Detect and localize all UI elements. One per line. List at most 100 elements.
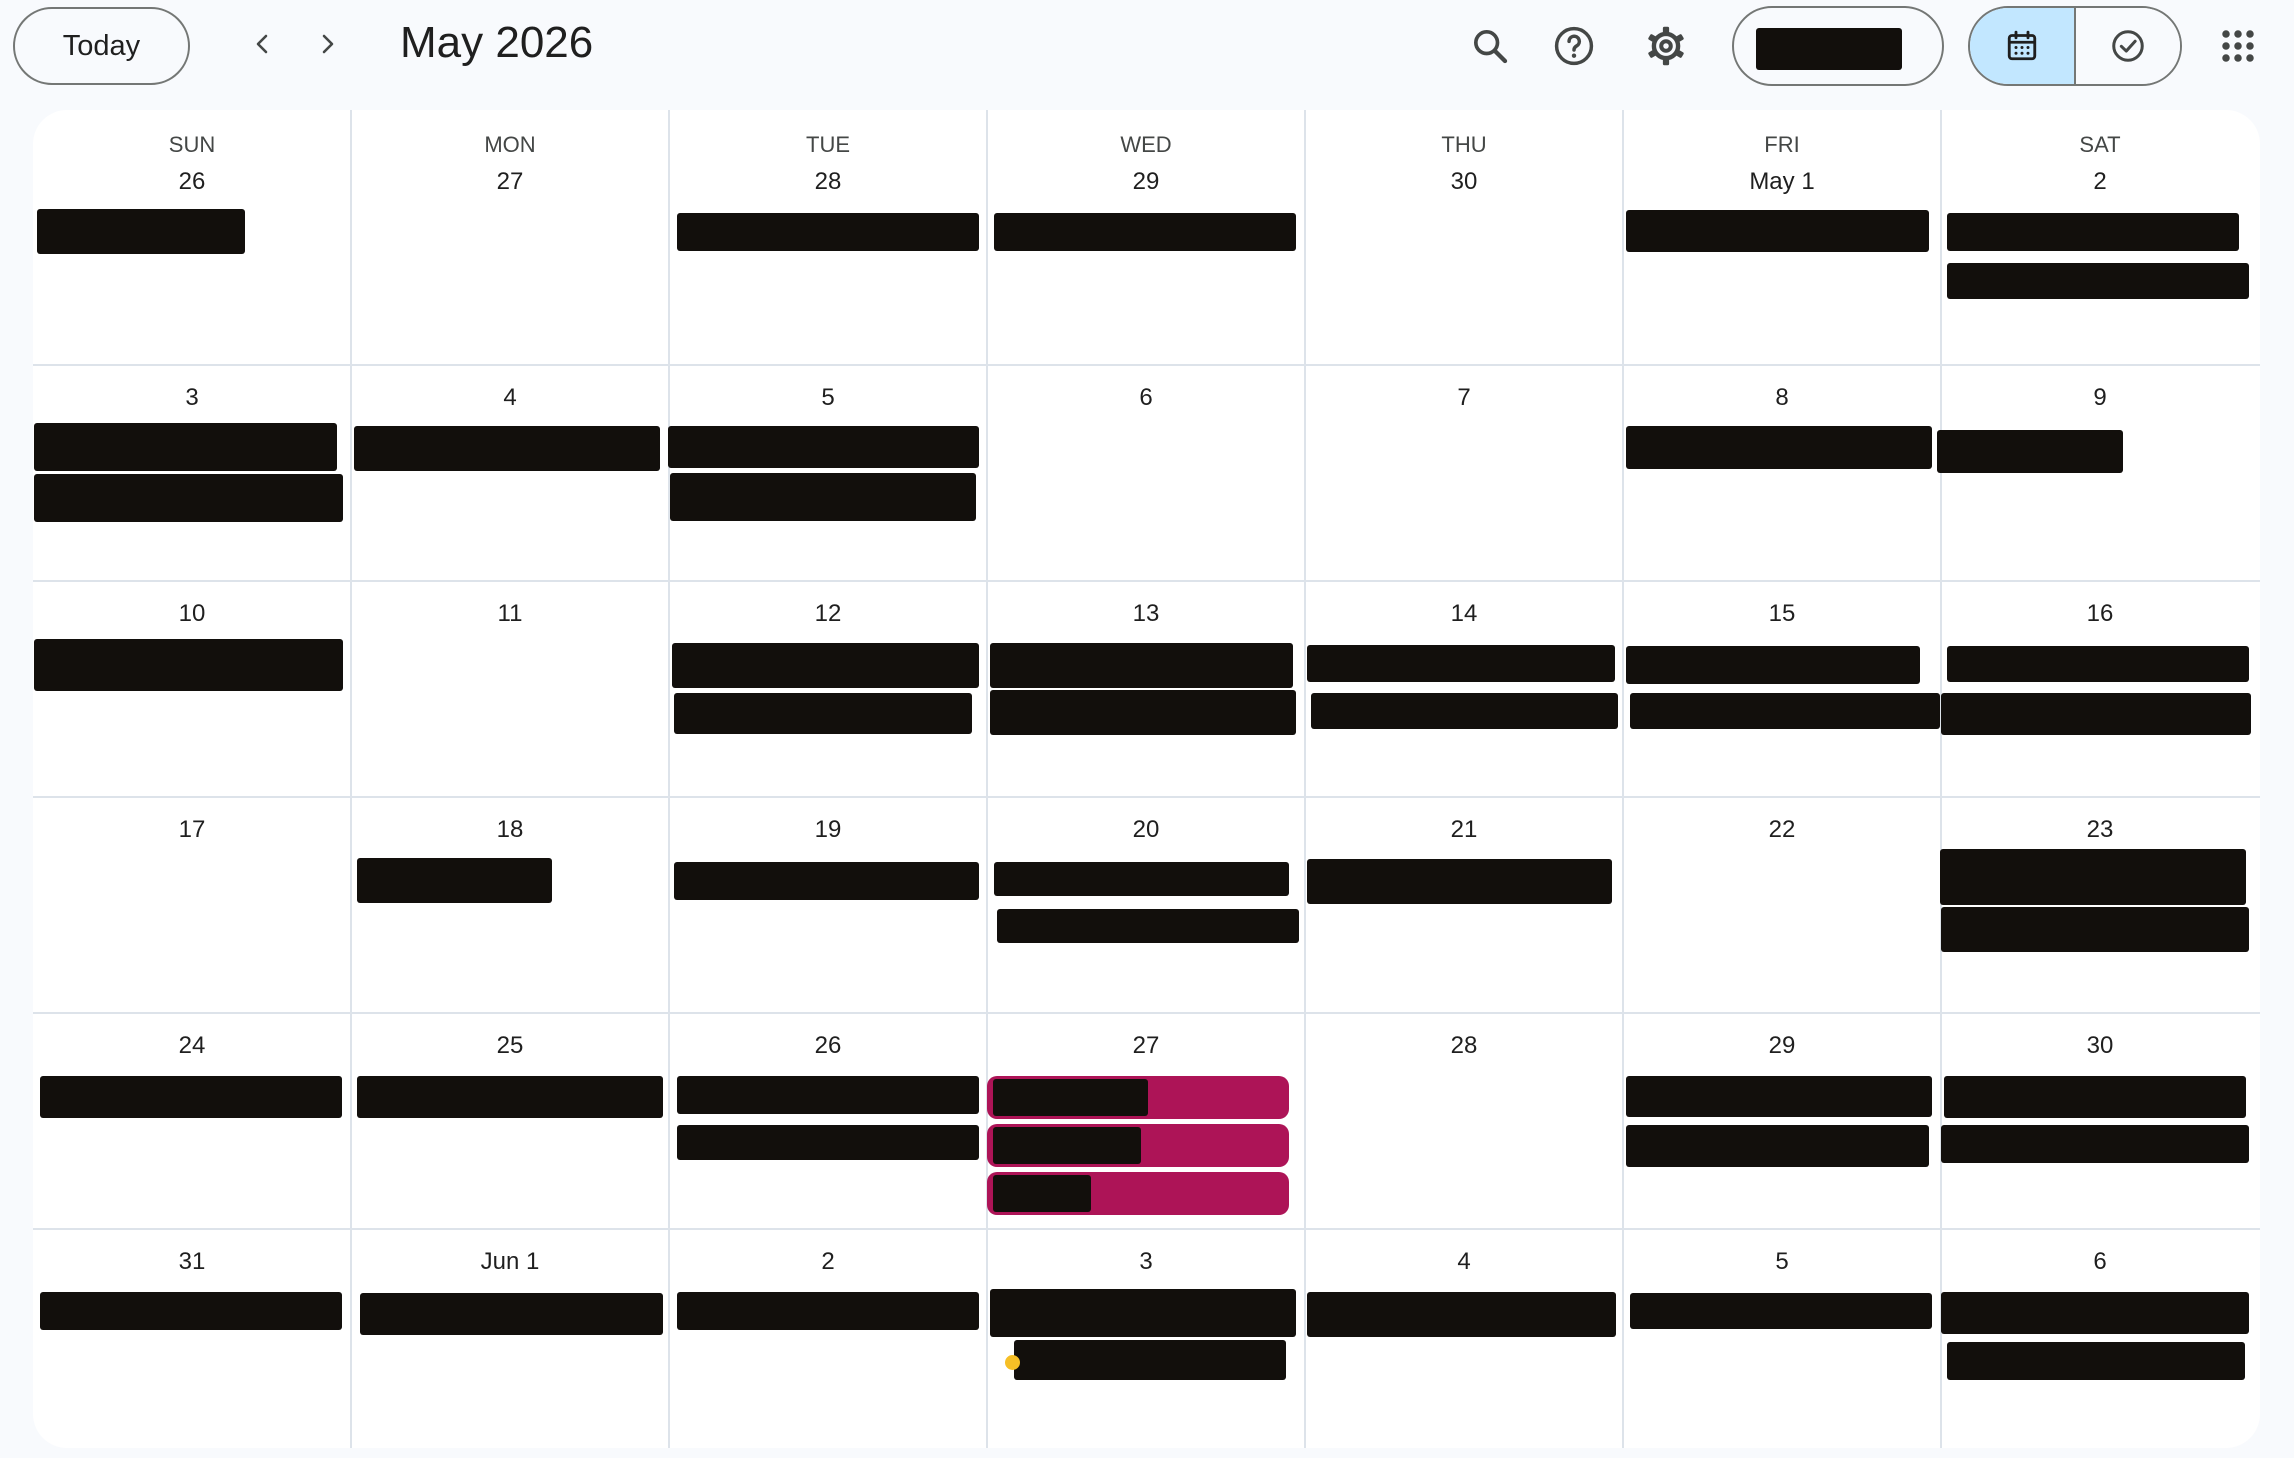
day-number[interactable]: 13 bbox=[987, 600, 1305, 628]
day-number[interactable]: 9 bbox=[1941, 384, 2259, 412]
day-number[interactable]: 7 bbox=[1305, 384, 1623, 412]
event-chip-accent[interactable] bbox=[987, 1124, 1289, 1167]
previous-month-button[interactable] bbox=[238, 20, 288, 70]
day-number[interactable]: 22 bbox=[1623, 816, 1941, 844]
event-chip[interactable] bbox=[1626, 426, 1932, 469]
view-selector-button[interactable] bbox=[1732, 6, 1944, 86]
next-month-button[interactable] bbox=[302, 20, 352, 70]
event-chip[interactable] bbox=[354, 426, 660, 471]
event-chip[interactable] bbox=[674, 862, 979, 900]
event-chip[interactable] bbox=[34, 423, 337, 471]
event-chip[interactable] bbox=[1014, 1340, 1286, 1380]
event-chip[interactable] bbox=[1626, 1076, 1932, 1117]
event-chip[interactable] bbox=[677, 213, 979, 251]
day-number[interactable]: 6 bbox=[1941, 1248, 2259, 1276]
event-chip[interactable] bbox=[357, 1076, 663, 1118]
event-chip[interactable] bbox=[1937, 430, 2123, 473]
day-number[interactable]: 26 bbox=[33, 168, 351, 196]
event-chip[interactable] bbox=[37, 209, 245, 254]
day-number[interactable]: 14 bbox=[1305, 600, 1623, 628]
day-number[interactable]: Jun 1 bbox=[351, 1248, 669, 1276]
event-chip[interactable] bbox=[1947, 263, 2249, 299]
day-number[interactable]: 29 bbox=[1623, 1032, 1941, 1060]
day-number[interactable]: 27 bbox=[987, 1032, 1305, 1060]
event-chip-accent[interactable] bbox=[987, 1076, 1289, 1119]
day-number[interactable]: 3 bbox=[987, 1248, 1305, 1276]
event-chip[interactable] bbox=[1944, 1076, 2246, 1118]
day-number[interactable]: 2 bbox=[1941, 168, 2259, 196]
day-number[interactable]: 21 bbox=[1305, 816, 1623, 844]
event-chip[interactable] bbox=[1947, 213, 2239, 251]
day-number[interactable]: 31 bbox=[33, 1248, 351, 1276]
event-chip[interactable] bbox=[34, 474, 343, 522]
event-chip[interactable] bbox=[357, 858, 552, 903]
event-chip[interactable] bbox=[994, 862, 1289, 896]
day-number[interactable]: May 1 bbox=[1623, 168, 1941, 196]
event-chip[interactable] bbox=[1630, 693, 1940, 729]
event-chip[interactable] bbox=[994, 213, 1296, 251]
event-chip[interactable] bbox=[1307, 645, 1615, 682]
event-chip[interactable] bbox=[674, 693, 972, 734]
day-number[interactable]: 29 bbox=[987, 168, 1305, 196]
day-number[interactable]: 16 bbox=[1941, 600, 2259, 628]
day-number[interactable]: 4 bbox=[1305, 1248, 1623, 1276]
event-chip[interactable] bbox=[1941, 1125, 2249, 1163]
day-number[interactable]: 10 bbox=[33, 600, 351, 628]
event-chip[interactable] bbox=[1941, 1292, 2249, 1334]
day-number[interactable]: 30 bbox=[1941, 1032, 2259, 1060]
day-number[interactable]: 30 bbox=[1305, 168, 1623, 196]
event-chip[interactable] bbox=[34, 639, 343, 691]
event-chip[interactable] bbox=[990, 690, 1296, 735]
calendar-view-button[interactable] bbox=[1970, 8, 2076, 84]
event-chip[interactable] bbox=[672, 643, 979, 688]
event-chip[interactable] bbox=[1311, 693, 1618, 729]
day-number[interactable]: 23 bbox=[1941, 816, 2259, 844]
event-chip[interactable] bbox=[360, 1293, 663, 1335]
event-chip[interactable] bbox=[1630, 1293, 1932, 1329]
day-number[interactable]: 6 bbox=[987, 384, 1305, 412]
settings-button[interactable] bbox=[1640, 20, 1692, 72]
event-chip[interactable] bbox=[668, 426, 979, 468]
day-number[interactable]: 5 bbox=[1623, 1248, 1941, 1276]
event-chip[interactable] bbox=[1947, 646, 2249, 682]
day-number[interactable]: 4 bbox=[351, 384, 669, 412]
event-chip[interactable] bbox=[997, 909, 1299, 943]
day-number[interactable]: 12 bbox=[669, 600, 987, 628]
day-number[interactable]: 17 bbox=[33, 816, 351, 844]
day-number[interactable]: 18 bbox=[351, 816, 669, 844]
apps-button[interactable] bbox=[2212, 20, 2264, 72]
event-chip-accent[interactable] bbox=[987, 1172, 1289, 1215]
event-chip[interactable] bbox=[990, 643, 1293, 688]
day-number[interactable]: 25 bbox=[351, 1032, 669, 1060]
event-chip[interactable] bbox=[1947, 1342, 2245, 1380]
day-number[interactable]: 2 bbox=[669, 1248, 987, 1276]
help-button[interactable] bbox=[1548, 20, 1600, 72]
day-number[interactable]: 15 bbox=[1623, 600, 1941, 628]
day-number[interactable]: 27 bbox=[351, 168, 669, 196]
day-number[interactable]: 19 bbox=[669, 816, 987, 844]
today-button[interactable]: Today bbox=[13, 7, 190, 85]
event-chip[interactable] bbox=[677, 1125, 979, 1160]
event-chip[interactable] bbox=[1626, 210, 1929, 252]
event-chip[interactable] bbox=[1307, 1292, 1616, 1337]
event-chip[interactable] bbox=[1941, 693, 2251, 735]
event-chip[interactable] bbox=[40, 1292, 342, 1330]
day-number[interactable]: 5 bbox=[669, 384, 987, 412]
event-chip[interactable] bbox=[677, 1292, 979, 1330]
day-number[interactable]: 8 bbox=[1623, 384, 1941, 412]
event-chip[interactable] bbox=[670, 473, 976, 521]
event-chip[interactable] bbox=[1626, 1125, 1929, 1167]
day-number[interactable]: 28 bbox=[1305, 1032, 1623, 1060]
search-button[interactable] bbox=[1464, 20, 1516, 72]
event-chip[interactable] bbox=[1941, 907, 2249, 952]
day-number[interactable]: 24 bbox=[33, 1032, 351, 1060]
tasks-view-button[interactable] bbox=[2076, 8, 2180, 84]
event-chip[interactable] bbox=[990, 1289, 1296, 1337]
event-chip[interactable] bbox=[1940, 849, 2246, 905]
day-number[interactable]: 20 bbox=[987, 816, 1305, 844]
day-number[interactable]: 11 bbox=[351, 600, 669, 628]
day-number[interactable]: 3 bbox=[33, 384, 351, 412]
day-number[interactable]: 26 bbox=[669, 1032, 987, 1060]
event-chip[interactable] bbox=[40, 1076, 342, 1118]
event-chip[interactable] bbox=[1307, 859, 1612, 904]
